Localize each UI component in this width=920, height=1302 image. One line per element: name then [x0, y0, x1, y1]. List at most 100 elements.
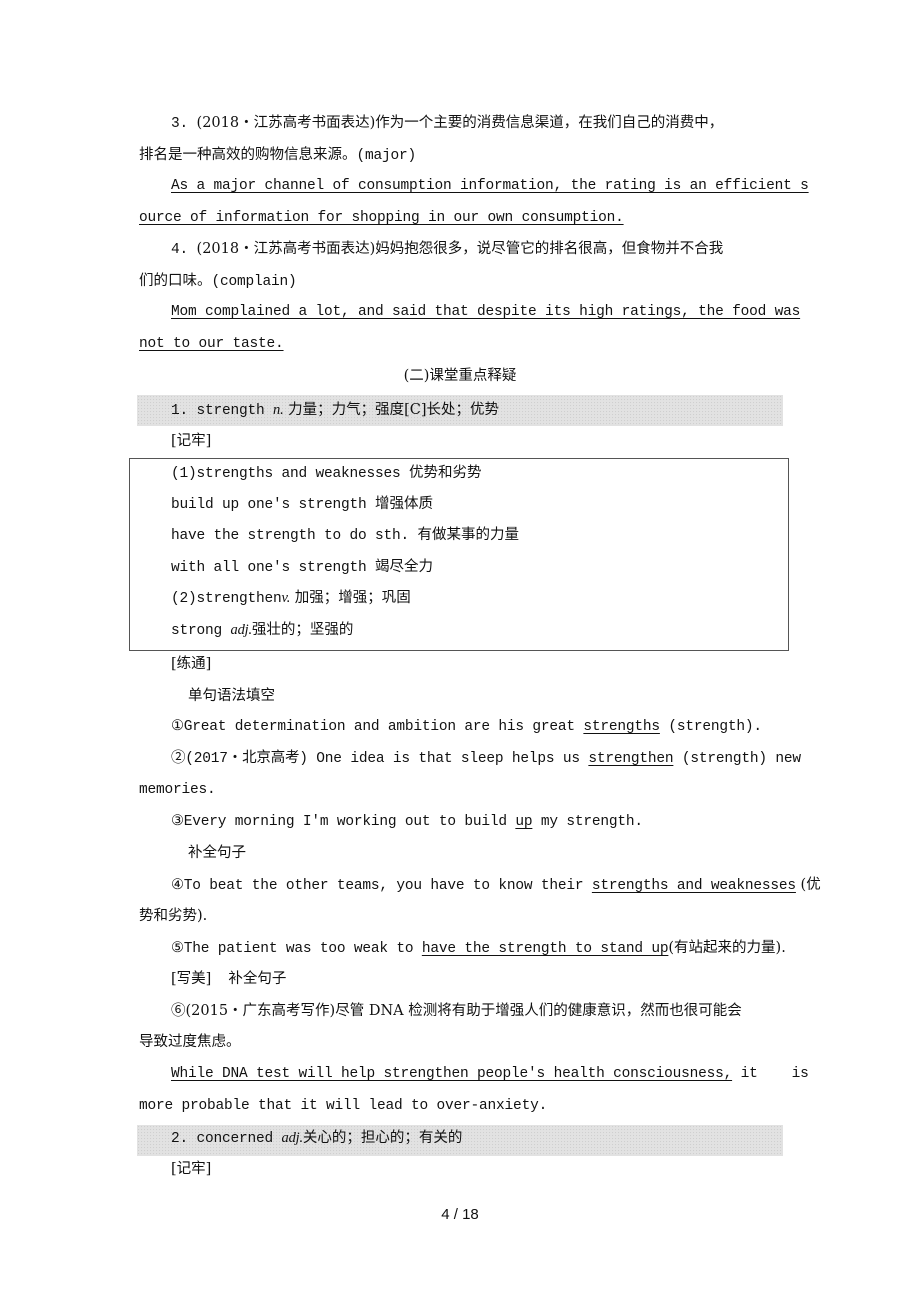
item-3-answer-line1: As a major channel of consumption inform… — [171, 176, 821, 196]
item-3-prompt-line1: 3. (2018・江苏高考书面表达)作为一个主要的消费信息渠道，在我们自己的消费… — [171, 113, 821, 134]
entry-2-heading: 2. concerned adj.关心的；担心的；有关的 — [171, 1128, 821, 1149]
phrase-en: (1)strengths and weaknesses — [171, 466, 410, 482]
page-indicator: 4 / 18 — [441, 1206, 479, 1223]
answer-text: not to our taste. — [139, 336, 284, 352]
phrase-pos: adj. — [230, 622, 253, 638]
exercise-text: ③Every morning I'm working out to build — [171, 814, 516, 830]
phrase-cn: 增强体质 — [375, 496, 434, 512]
phrase-cn: 优势和劣势 — [409, 465, 482, 481]
complete-sentence-label: 补全句子 — [188, 843, 838, 864]
phrase-en: strong — [171, 623, 231, 639]
entry-word: 2. concerned — [171, 1131, 282, 1147]
write-prompt-line1: ⑥(2015・广东高考写作)尽管 DNA 检测将有助于增强人们的健康意识，然而也… — [171, 1001, 821, 1022]
box-line: have the strength to do sth. 有做某事的力量 — [171, 525, 821, 546]
exercise-4: ④To beat the other teams, you have to kn… — [171, 875, 821, 896]
phrase-pos: v. — [281, 590, 291, 606]
item-keyword: (major) — [356, 148, 417, 164]
phrase-en: (2)strengthen — [171, 591, 282, 607]
item-4-prompt-line2: 们的口味。(complain) — [139, 271, 789, 292]
item-source: (2018・江苏高考书面表达) — [196, 115, 376, 131]
write-answer: While DNA test will help strengthen peop… — [171, 1066, 733, 1082]
document-page: 3. (2018・江苏高考书面表达)作为一个主要的消费信息渠道，在我们自己的消费… — [0, 0, 920, 1302]
complete-sentence-label-text: 补全句子 — [188, 845, 246, 861]
entry-word: 1. strength — [171, 403, 274, 419]
item-number: 3. — [171, 116, 189, 132]
exercise-text: 势和劣势). — [139, 908, 208, 924]
item-prompt-text: 作为一个主要的消费信息渠道，在我们自己的消费中， — [375, 115, 724, 131]
exercise-answer: up — [515, 814, 533, 830]
exercise-answer: strengths and weaknesses — [591, 878, 796, 894]
exercise-text: (优 — [795, 877, 821, 893]
write-prompt-line2: 导致过度焦虑。 — [139, 1032, 789, 1053]
exercise-1: ①Great determination and ambition are hi… — [171, 717, 821, 737]
write-sub-label: 补全句子 — [228, 971, 287, 987]
memorize-label-text: [记牢] — [171, 433, 212, 449]
box-line: (1)strengths and weaknesses 优势和劣势 — [171, 463, 821, 484]
exercise-text: (strength) new — [673, 751, 801, 767]
item-prompt-text: 排名是一种高效的购物信息来源。 — [139, 147, 357, 163]
item-number: 4. — [171, 242, 189, 258]
answer-text: As a major channel of consumption inform… — [171, 178, 809, 194]
item-3-prompt-line2: 排名是一种高效的购物信息来源。(major) — [139, 145, 789, 166]
write-prompt-text: ⑥(2015・广东高考写作)尽管 DNA 检测将有助于增强人们的健康意识，然而也… — [171, 1003, 742, 1019]
exercise-text: memories. — [139, 782, 216, 798]
write-answer-line2: more probable that it will lead to over-… — [139, 1096, 789, 1116]
exercise-text: ⑤The patient was too weak to — [171, 941, 422, 957]
write-answer-text: it is — [732, 1066, 809, 1082]
memorize-label-text: [记牢] — [171, 1161, 212, 1177]
exercise-text: ①Great determination and ambition are hi… — [171, 719, 584, 735]
exercise-text: my strength. — [532, 814, 643, 830]
exercise-text: ④To beat the other teams, you have to kn… — [171, 878, 592, 894]
write-answer-line1: While DNA test will help strengthen peop… — [171, 1064, 821, 1084]
exercise-3: ③Every morning I'm working out to build … — [171, 812, 821, 832]
answer-text: Mom complained a lot, and said that desp… — [171, 304, 801, 320]
entry-1-heading: 1. strength n. 力量；力气；强度[C]长处；优势 — [171, 400, 821, 421]
item-4-prompt-line1: 4. (2018・江苏高考书面表达)妈妈抱怨很多，说尽管它的排名很高，但食物并不… — [171, 239, 821, 260]
grammar-fill-label: 单句语法填空 — [188, 686, 838, 707]
exercise-5: ⑤The patient was too weak to have the st… — [171, 938, 821, 959]
write-label: [写美] 补全句子 — [171, 969, 821, 990]
exercise-4-continuation: 势和劣势). — [139, 906, 789, 927]
item-4-answer-line1: Mom complained a lot, and said that desp… — [171, 302, 821, 322]
entry-pos: adj. — [281, 1130, 304, 1146]
box-line: strong adj.强壮的；坚强的 — [171, 620, 821, 641]
exercise-answer: strengths — [583, 719, 660, 735]
item-prompt-text: 妈妈抱怨很多，说尽管它的排名很高，但食物并不合我 — [375, 241, 724, 257]
practice-label-text: [练通] — [171, 656, 212, 672]
item-prompt-text: 们的口味。 — [139, 273, 212, 289]
entry-pos: n. — [273, 402, 284, 418]
practice-label: [练通] — [171, 654, 821, 675]
section-title: (二)课堂重点释疑 — [0, 366, 920, 387]
exercise-text: (有站起来的力量). — [668, 940, 786, 956]
memorize-label: [记牢] — [171, 431, 821, 452]
grammar-fill-label-text: 单句语法填空 — [188, 688, 275, 704]
phrase-en: with all one's strength — [171, 560, 376, 576]
phrase-en: build up one's strength — [171, 497, 376, 513]
exercise-answer: have the strength to stand up — [421, 941, 669, 957]
exercise-2-continuation: memories. — [139, 780, 789, 800]
write-label-text: [写美] — [171, 971, 212, 987]
phrase-cn: 有做某事的力量 — [417, 527, 520, 543]
answer-text: ource of information for shopping in our… — [139, 210, 624, 226]
item-3-answer-line2: ource of information for shopping in our… — [139, 208, 789, 228]
exercise-text: (strength). — [659, 719, 762, 735]
exercise-answer: strengthen — [588, 751, 674, 767]
entry-meaning: 力量；力气；强度[C]长处；优势 — [283, 402, 500, 418]
item-keyword: (complain) — [211, 274, 297, 290]
phrase-cn: 强壮的；坚强的 — [251, 622, 354, 638]
write-prompt-text: 导致过度焦虑。 — [139, 1034, 241, 1050]
item-source: (2018・江苏高考书面表达) — [196, 241, 376, 257]
phrase-cn: 竭尽全力 — [375, 559, 434, 575]
item-4-answer-line2: not to our taste. — [139, 334, 789, 354]
write-answer-text: more probable that it will lead to over-… — [139, 1098, 548, 1114]
box-line: build up one's strength 增强体质 — [171, 494, 821, 515]
phrase-en: have the strength to do sth. — [171, 528, 418, 544]
exercise-2: ②(2017・北京高考) One idea is that sleep help… — [171, 749, 821, 769]
exercise-text: ②(2017・北京高考) One idea is that sleep help… — [171, 751, 589, 767]
memorize-label-2: [记牢] — [171, 1159, 821, 1180]
entry-meaning: 关心的；担心的；有关的 — [302, 1130, 463, 1146]
section-title-text: (二)课堂重点释疑 — [403, 368, 517, 384]
box-line: (2)strengthenv. 加强；增强；巩固 — [171, 588, 821, 609]
phrase-cn: 加强；增强；巩固 — [290, 590, 411, 606]
box-line: with all one's strength 竭尽全力 — [171, 557, 821, 578]
